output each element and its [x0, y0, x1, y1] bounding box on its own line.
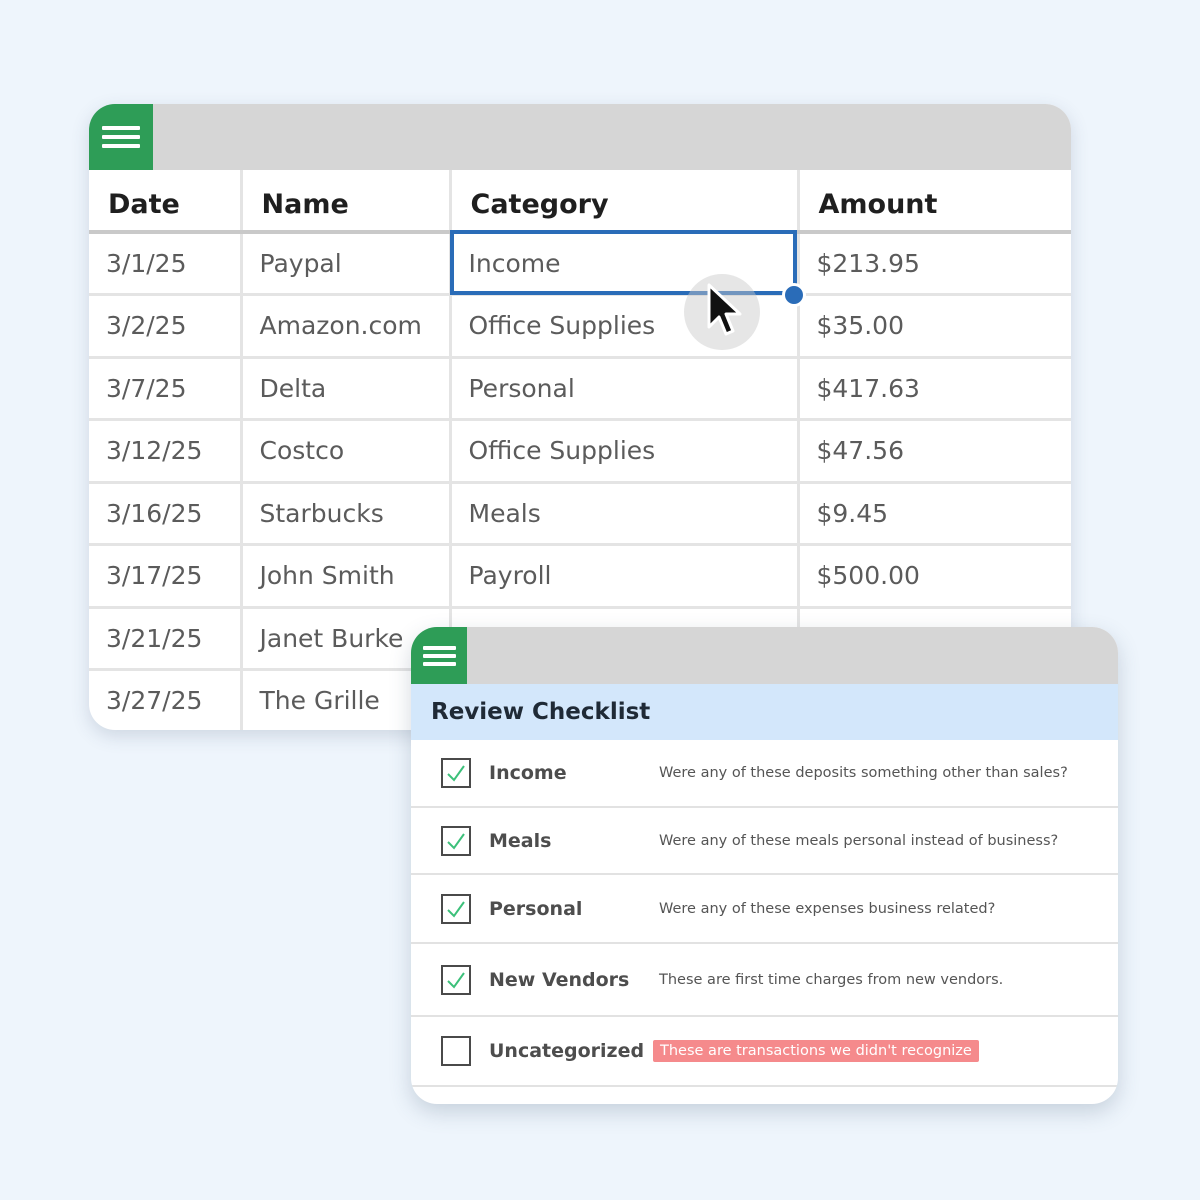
cell-category[interactable]: Meals — [450, 482, 800, 546]
checklist-item-description: Were any of these deposits something oth… — [659, 765, 1068, 781]
table-row: 3/12/25 Costco Office Supplies $47.56 — [89, 419, 1071, 484]
checklist-item-new-vendors[interactable]: New Vendors These are first time charges… — [411, 944, 1118, 1017]
table-row: 3/16/25 Starbucks Meals $9.45 — [89, 482, 1071, 546]
cell-date[interactable]: 3/12/25 — [89, 419, 243, 484]
cell-date[interactable]: 3/17/25 — [89, 544, 243, 609]
checkbox-unchecked[interactable] — [441, 1036, 471, 1066]
checklist-title: Review Checklist — [411, 684, 1118, 740]
checklist-item-meals[interactable]: Meals Were any of these meals personal i… — [411, 808, 1118, 875]
cell-name[interactable]: Amazon.com — [241, 294, 452, 359]
cell-amount[interactable]: $35.00 — [798, 294, 1071, 359]
checklist-item-income[interactable]: Income Were any of these deposits someth… — [411, 740, 1118, 808]
checkmark-icon — [447, 971, 465, 989]
fill-handle[interactable] — [782, 283, 806, 307]
cell-name[interactable]: Starbucks — [241, 482, 452, 546]
checklist-item-personal[interactable]: Personal Were any of these expenses busi… — [411, 875, 1118, 944]
checklist-item-label: Uncategorized — [489, 1040, 645, 1062]
cell-amount[interactable]: $500.00 — [798, 544, 1071, 609]
column-header-amount[interactable]: Amount — [798, 170, 1071, 234]
cell-date[interactable]: 3/27/25 — [89, 669, 243, 730]
mouse-pointer-icon — [707, 283, 742, 336]
checklist-item-label: Personal — [489, 897, 583, 920]
checklist-title-bar — [411, 627, 1118, 684]
checklist-items: Income Were any of these deposits someth… — [411, 740, 1118, 1087]
table-header-row: Date Name Category Amount — [89, 170, 1071, 234]
checklist-item-label: Income — [489, 762, 567, 784]
column-header-name[interactable]: Name — [241, 170, 452, 234]
checklist-item-description: Were any of these meals personal instead… — [659, 832, 1059, 849]
cell-category[interactable]: Payroll — [450, 544, 800, 609]
spreadsheet-title-bar — [89, 104, 1071, 170]
sheets-menu-icon[interactable] — [411, 627, 467, 684]
cell-name[interactable]: John Smith — [241, 544, 452, 609]
checkmark-icon — [447, 832, 465, 850]
column-header-category[interactable]: Category — [450, 170, 800, 234]
checklist-item-uncategorized[interactable]: Uncategorized These are transactions we … — [411, 1017, 1118, 1087]
table-row: 3/7/25 Delta Personal $417.63 — [89, 357, 1071, 421]
cell-date[interactable]: 3/1/25 — [89, 232, 243, 296]
cell-category[interactable]: Office Supplies — [450, 419, 800, 484]
checkbox-checked[interactable] — [441, 825, 471, 856]
checkbox-checked[interactable] — [441, 964, 471, 995]
alert-description-badge: These are transactions we didn't recogni… — [653, 1040, 979, 1062]
checklist-item-description: These are first time charges from new ve… — [659, 971, 1004, 988]
cell-amount[interactable]: $417.63 — [798, 357, 1071, 421]
cell-name[interactable]: Paypal — [241, 232, 452, 296]
cell-amount[interactable]: $213.95 — [798, 232, 1071, 296]
review-checklist-window: Review Checklist Income Were any of thes… — [411, 627, 1118, 1104]
cell-date[interactable]: 3/16/25 — [89, 482, 243, 546]
table-row: 3/1/25 Paypal Income $213.95 — [89, 232, 1071, 296]
cell-name[interactable]: Costco — [241, 419, 452, 484]
cell-category[interactable]: Personal — [450, 357, 800, 421]
checklist-item-label: Meals — [489, 829, 552, 852]
cell-date[interactable]: 3/21/25 — [89, 607, 243, 671]
checklist-item-description: Were any of these expenses business rela… — [659, 900, 996, 917]
checklist-item-label: New Vendors — [489, 968, 630, 991]
checkbox-checked[interactable] — [441, 893, 471, 924]
checkbox-checked[interactable] — [441, 758, 471, 788]
table-row: 3/2/25 Amazon.com Office Supplies $35.00 — [89, 294, 1071, 359]
sheets-menu-icon[interactable] — [89, 104, 153, 170]
column-header-date[interactable]: Date — [89, 170, 243, 234]
cell-amount[interactable]: $47.56 — [798, 419, 1071, 484]
checkmark-icon — [447, 765, 465, 782]
cell-date[interactable]: 3/2/25 — [89, 294, 243, 359]
cell-name[interactable]: Delta — [241, 357, 452, 421]
cell-date[interactable]: 3/7/25 — [89, 357, 243, 421]
cell-amount[interactable]: $9.45 — [798, 482, 1071, 546]
checkmark-icon — [447, 900, 465, 918]
table-row: 3/17/25 John Smith Payroll $500.00 — [89, 544, 1071, 609]
